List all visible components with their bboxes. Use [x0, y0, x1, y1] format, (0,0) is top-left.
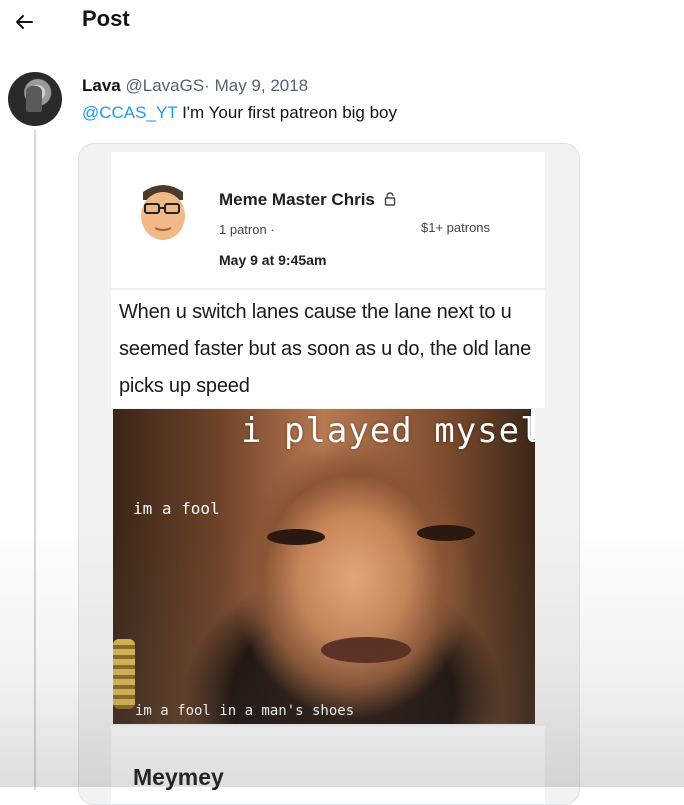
- tweet-text: @CCAS_YT I'm Your first patreon big boy: [82, 103, 397, 123]
- tweet-header: Lava @LavaGS· May 9, 2018: [82, 76, 308, 96]
- mention-link[interactable]: @CCAS_YT: [82, 103, 177, 122]
- meme-image: i played myself im a fool im a fool in a…: [113, 409, 535, 724]
- creator-name: Meme Master Chris: [219, 190, 396, 211]
- meme-bottom-text: im a fool in a man's shoes: [135, 703, 355, 719]
- author-handle[interactable]: @LavaGS: [125, 76, 204, 95]
- tweet-body: I'm Your first patreon big boy: [177, 103, 398, 122]
- meme-eye-right: [417, 525, 475, 541]
- patron-count: 1 patron ·: [219, 222, 275, 237]
- back-button[interactable]: [10, 8, 38, 36]
- meme-eye-left: [267, 529, 325, 545]
- author-name[interactable]: Lava: [82, 76, 121, 95]
- meme-edge: [531, 409, 535, 439]
- meta-separator: ·: [204, 76, 210, 95]
- caption-box: When u switch lanes cause the lane next …: [111, 290, 545, 408]
- arrow-left-icon[interactable]: [10, 8, 38, 36]
- page-title: Post: [82, 6, 130, 31]
- creator-avatar: [137, 180, 189, 242]
- tier-label: $1+ patrons: [421, 220, 491, 235]
- creator-name-text: Meme Master Chris: [219, 190, 375, 209]
- tweet-date[interactable]: May 9, 2018: [215, 76, 309, 95]
- patreon-post-footer: Meymey: [111, 726, 545, 804]
- patreon-post-header: Meme Master Chris 1 patron · $1+ patrons…: [111, 152, 545, 288]
- avatar[interactable]: [8, 72, 62, 126]
- meme-mouth: [321, 637, 411, 663]
- meme-top-text: i played myself: [241, 411, 535, 451]
- post-date: May 9 at 9:45am: [219, 252, 327, 268]
- post-caption: When u switch lanes cause the lane next …: [119, 301, 531, 397]
- lock-icon: [384, 191, 396, 211]
- thread-line: [34, 130, 36, 790]
- meme-middle-text: im a fool: [133, 499, 220, 518]
- meme-chain: [113, 639, 135, 709]
- top-bar: Post: [0, 0, 684, 48]
- embedded-image-card[interactable]: Meme Master Chris 1 patron · $1+ patrons…: [78, 143, 580, 805]
